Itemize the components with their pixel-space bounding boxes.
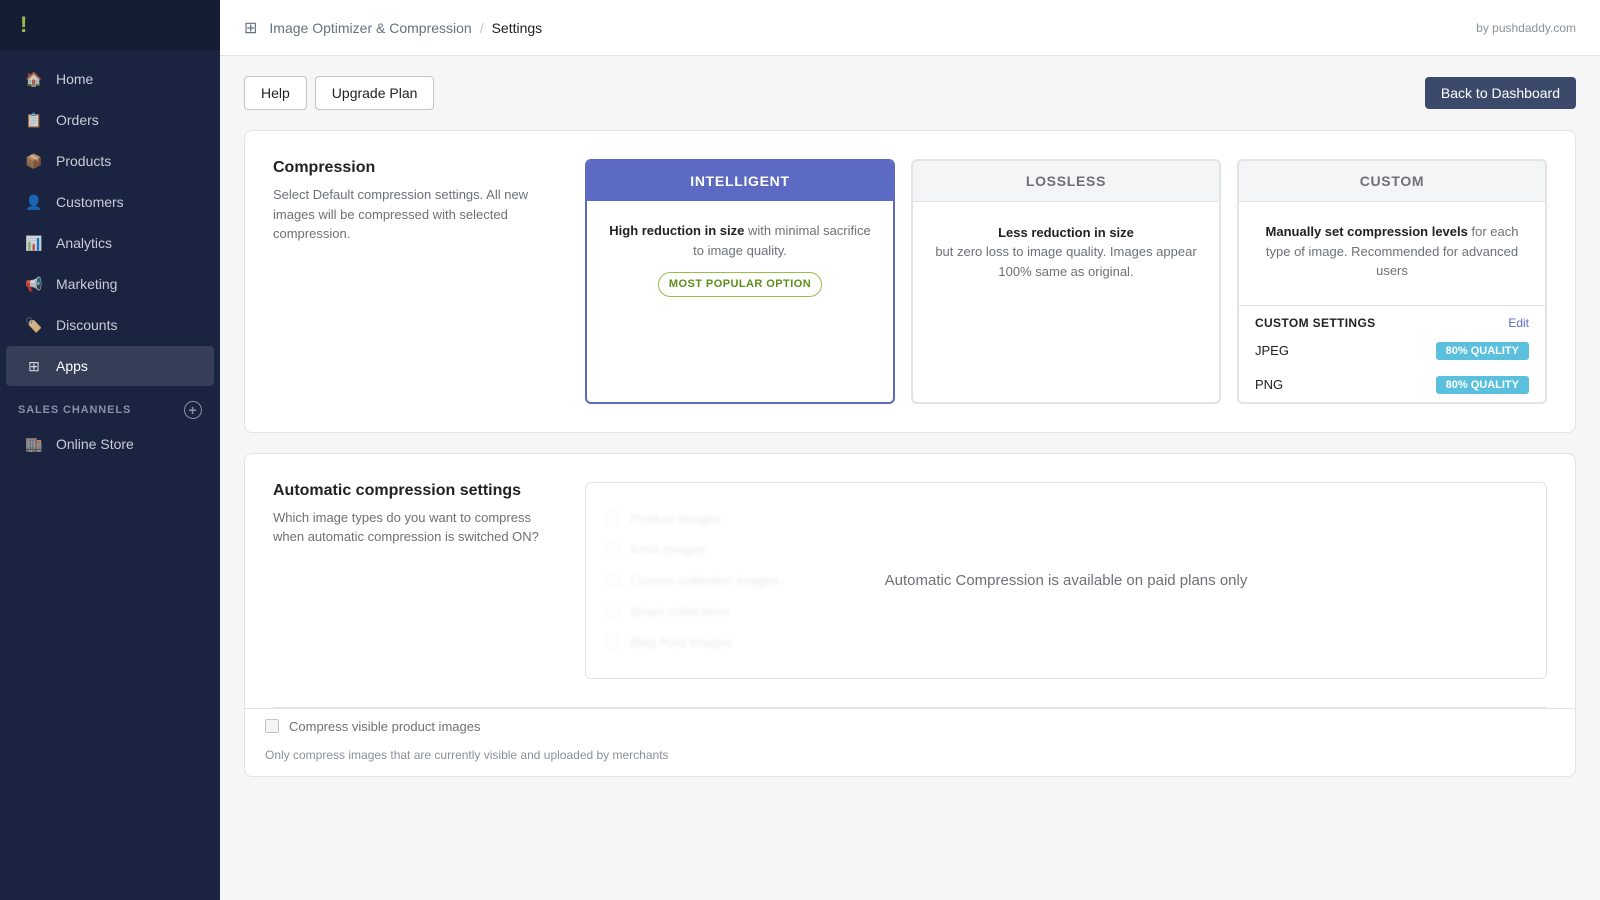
compression-options: INTELLIGENT High reduction in size with … — [585, 159, 1547, 404]
custom-card[interactable]: CUSTOM Manually set compression levels f… — [1237, 159, 1547, 404]
compress-visible-label: Compress visible product images — [289, 719, 480, 734]
lossless-body-strong: Less reduction in size — [998, 223, 1134, 243]
discounts-icon: 🏷️ — [24, 315, 44, 335]
action-buttons: Help Upgrade Plan — [244, 76, 434, 110]
sidebar-label-products: Products — [56, 153, 111, 169]
sidebar-label-marketing: Marketing — [56, 276, 117, 292]
compression-section-inner: Compression Select Default compression s… — [245, 131, 1575, 432]
sidebar-label-home: Home — [56, 71, 93, 87]
sidebar-item-apps[interactable]: ⊞ Apps — [6, 346, 214, 386]
sidebar-label-orders: Orders — [56, 112, 99, 128]
intelligent-card[interactable]: INTELLIGENT High reduction in size with … — [585, 159, 895, 404]
sidebar-label-apps: Apps — [56, 358, 88, 374]
topbar-right: by pushdaddy.com — [1476, 21, 1576, 35]
back-to-dashboard-button[interactable]: Back to Dashboard — [1425, 77, 1576, 109]
sidebar-item-marketing[interactable]: 📢 Marketing — [6, 264, 214, 304]
topbar: ⊞ Image Optimizer & Compression / Settin… — [220, 0, 1600, 56]
sidebar-item-home[interactable]: 🏠 Home — [6, 59, 214, 99]
sidebar-item-discounts[interactable]: 🏷️ Discounts — [6, 305, 214, 345]
help-button[interactable]: Help — [244, 76, 307, 110]
lossless-body: Less reduction in size but zero loss to … — [913, 202, 1219, 302]
sidebar-label-discounts: Discounts — [56, 317, 117, 333]
custom-settings-label: CUSTOM SETTINGS — [1255, 316, 1376, 330]
custom-settings-edit-link[interactable]: Edit — [1508, 316, 1529, 330]
custom-header: CUSTOM — [1239, 161, 1545, 202]
custom-body: Manually set compression levels for each… — [1239, 202, 1545, 301]
shopify-logo-icon: ! — [20, 12, 27, 38]
compression-desc: Select Default compression settings. All… — [273, 185, 553, 244]
upgrade-plan-button[interactable]: Upgrade Plan — [315, 76, 435, 110]
automatic-content: Product Images Artist Images Custom coll… — [585, 482, 1547, 679]
apps-icon: ⊞ — [24, 356, 44, 376]
automatic-label-col: Automatic compression settings Which ima… — [273, 482, 553, 679]
apps-breadcrumb-icon: ⊞ — [244, 18, 257, 38]
main-content: ⊞ Image Optimizer & Compression / Settin… — [220, 0, 1600, 900]
breadcrumb-separator: / — [480, 20, 484, 36]
png-quality-badge: 80% QUALITY — [1436, 376, 1529, 394]
jpeg-label: JPEG — [1255, 343, 1289, 358]
png-label: PNG — [1255, 377, 1283, 392]
topbar-by-text: by pushdaddy.com — [1476, 21, 1576, 35]
orders-icon: 📋 — [24, 110, 44, 130]
automatic-title: Automatic compression settings — [273, 482, 553, 500]
sidebar-item-online-store[interactable]: 🏬 Online Store — [6, 424, 214, 464]
sidebar-item-analytics[interactable]: 📊 Analytics — [6, 223, 214, 263]
marketing-icon: 📢 — [24, 274, 44, 294]
customers-icon: 👤 — [24, 192, 44, 212]
sidebar-item-customers[interactable]: 👤 Customers — [6, 182, 214, 222]
compression-label-col: Compression Select Default compression s… — [273, 159, 553, 404]
sidebar-item-orders[interactable]: 📋 Orders — [6, 100, 214, 140]
add-sales-channel-button[interactable]: + — [184, 401, 202, 419]
sidebar-logo: ! — [0, 0, 220, 50]
action-bar: Help Upgrade Plan Back to Dashboard — [244, 76, 1576, 110]
compress-visible-checkbox[interactable] — [265, 719, 279, 733]
compression-section-card: Compression Select Default compression s… — [244, 130, 1576, 433]
sidebar-label-online-store: Online Store — [56, 436, 134, 452]
page-content: Help Upgrade Plan Back to Dashboard Comp… — [220, 56, 1600, 817]
sidebar-label-customers: Customers — [56, 194, 124, 210]
jpeg-quality-row: JPEG 80% QUALITY — [1239, 334, 1545, 368]
compress-visible-sub: Only compress images that are currently … — [245, 744, 1575, 776]
compression-title: Compression — [273, 159, 553, 177]
breadcrumb-current: Settings — [492, 20, 543, 36]
custom-body-strong: Manually set compression levels — [1266, 224, 1468, 239]
analytics-icon: 📊 — [24, 233, 44, 253]
lossless-body-rest: but zero loss to image quality. Images a… — [929, 242, 1203, 281]
online-store-icon: 🏬 — [24, 434, 44, 454]
products-icon: 📦 — [24, 151, 44, 171]
compress-visible-row: Compress visible product images — [245, 708, 1575, 744]
sidebar-label-analytics: Analytics — [56, 235, 112, 251]
png-quality-row: PNG 80% QUALITY — [1239, 368, 1545, 402]
custom-settings-bar: CUSTOM SETTINGS Edit — [1239, 305, 1545, 334]
jpeg-quality-badge: 80% QUALITY — [1436, 342, 1529, 360]
intelligent-header: INTELLIGENT — [587, 161, 893, 201]
automatic-section-card: Automatic compression settings Which ima… — [244, 453, 1576, 777]
breadcrumb-app: Image Optimizer & Compression — [269, 20, 471, 36]
automatic-section-inner: Automatic compression settings Which ima… — [245, 454, 1575, 707]
automatic-desc: Which image types do you want to compres… — [273, 508, 553, 547]
sidebar: ! 🏠 Home 📋 Orders 📦 Products 👤 Customers… — [0, 0, 220, 900]
sidebar-item-products[interactable]: 📦 Products — [6, 141, 214, 181]
lossless-card[interactable]: LOSSLESS Less reduction in size but zero… — [911, 159, 1221, 404]
intelligent-body: High reduction in size with minimal sacr… — [587, 201, 893, 317]
home-icon: 🏠 — [24, 69, 44, 89]
sidebar-nav: 🏠 Home 📋 Orders 📦 Products 👤 Customers 📊… — [0, 50, 220, 900]
intelligent-body-strong: High reduction in size — [609, 223, 744, 238]
breadcrumb: ⊞ Image Optimizer & Compression / Settin… — [244, 18, 542, 38]
sales-channels-label: SALES CHANNELS+ — [0, 387, 220, 423]
lossless-header: LOSSLESS — [913, 161, 1219, 202]
automatic-overlay-text: Automatic Compression is available on pa… — [885, 572, 1248, 589]
popular-badge: MOST POPULAR OPTION — [658, 272, 822, 297]
automatic-overlay: Automatic Compression is available on pa… — [586, 483, 1546, 678]
